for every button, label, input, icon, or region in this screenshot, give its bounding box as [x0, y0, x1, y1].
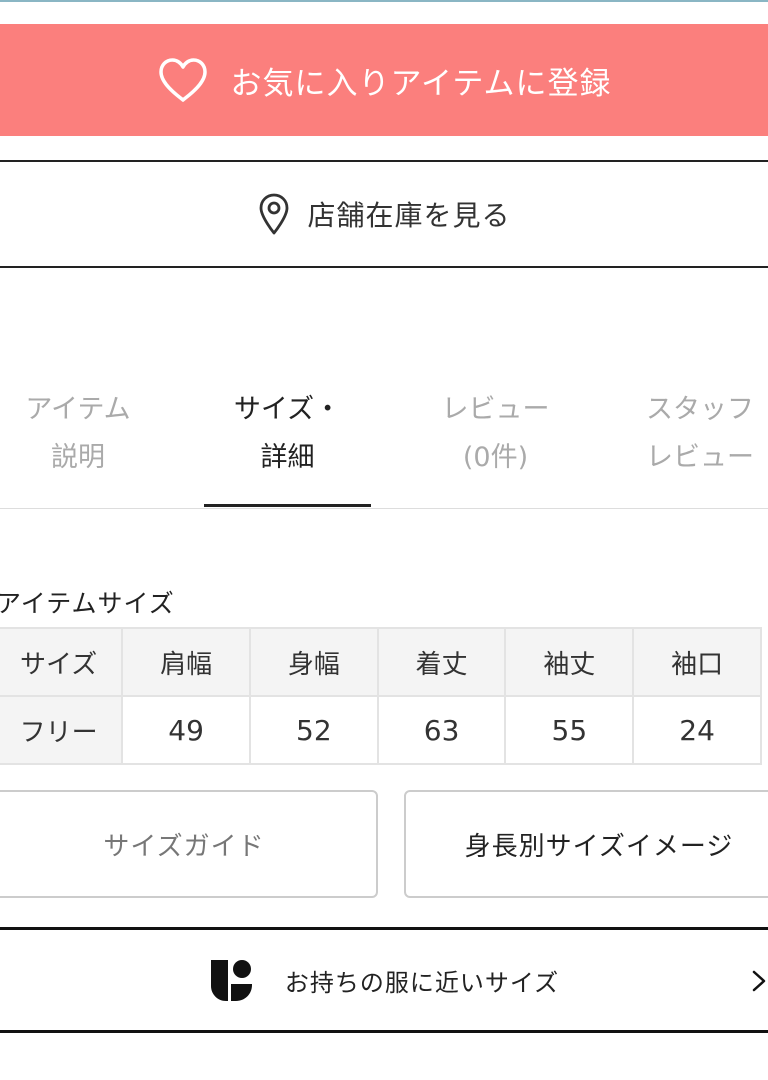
size-by-height-button[interactable]: 身長別サイズイメージ [404, 790, 768, 898]
top-divider [0, 0, 768, 2]
table-cell-size: フリー [0, 695, 124, 765]
similar-size-row[interactable]: お持ちの服に近いサイズ [0, 927, 768, 1033]
tab-item-description[interactable]: アイテム 説明 [0, 386, 158, 508]
table-header-size: サイズ [0, 627, 124, 697]
size-guide-button[interactable]: サイズガイド [0, 790, 378, 898]
tab-reviews-line2: (0件) [462, 442, 529, 473]
heart-icon [158, 58, 207, 102]
store-stock-button[interactable]: 店舗在庫を見る [0, 160, 768, 268]
tab-size-details-line2: 詳細 [260, 442, 315, 473]
product-tabs: アイテム 説明 サイズ・ 詳細 レビュー (0件) スタッフ レビュー [0, 386, 768, 509]
table-row: フリー 49 52 63 55 24 [0, 695, 762, 765]
tab-size-details[interactable]: サイズ・ 詳細 [204, 386, 371, 508]
similar-size-label: お持ちの服に近いサイズ [284, 968, 560, 997]
table-cell-shoulder: 49 [121, 695, 251, 765]
table-cell-length: 63 [376, 695, 507, 765]
table-cell-sleeve-length: 55 [504, 695, 635, 765]
table-cell-cuff: 24 [632, 695, 762, 765]
table-header-row: サイズ 肩幅 身幅 着丈 袖丈 袖口 [0, 627, 762, 697]
table-header-length: 着丈 [376, 627, 507, 697]
table-cell-body-width: 52 [248, 695, 379, 765]
table-header-cuff: 袖口 [632, 627, 762, 697]
tab-size-details-line1: サイズ・ [233, 394, 342, 425]
tab-staff-reviews[interactable]: スタッフ レビュー [632, 386, 768, 508]
table-header-sleeve-length: 袖丈 [504, 627, 635, 697]
tab-item-description-line2: 説明 [51, 442, 105, 473]
add-to-favorites-button[interactable]: お気に入りアイテムに登録 [0, 24, 768, 136]
store-stock-label: 店舗在庫を見る [307, 199, 511, 232]
chevron-right-icon [752, 970, 766, 992]
map-pin-icon [260, 193, 289, 235]
active-tab-indicator [204, 504, 371, 507]
brand-logo-icon [210, 960, 252, 1001]
tab-item-description-line1: アイテム [25, 394, 131, 425]
tab-reviews-line1: レビュー [441, 394, 550, 425]
tab-staff-reviews-line2: レビュー [646, 442, 754, 473]
item-size-heading: アイテムサイズ [0, 589, 175, 618]
table-header-body-width: 身幅 [248, 627, 379, 697]
tab-staff-reviews-line1: スタッフ [646, 394, 754, 425]
size-table: サイズ 肩幅 身幅 着丈 袖丈 袖口 フリー 49 52 63 55 24 [0, 627, 762, 765]
tab-reviews[interactable]: レビュー (0件) [412, 386, 579, 508]
table-header-shoulder: 肩幅 [121, 627, 251, 697]
product-detail-page: お気に入りアイテムに登録 店舗在庫を見る アイテム 説明 サイズ・ 詳細 レビュ… [0, 0, 768, 1080]
add-to-favorites-label: お気に入りアイテムに登録 [230, 65, 612, 102]
